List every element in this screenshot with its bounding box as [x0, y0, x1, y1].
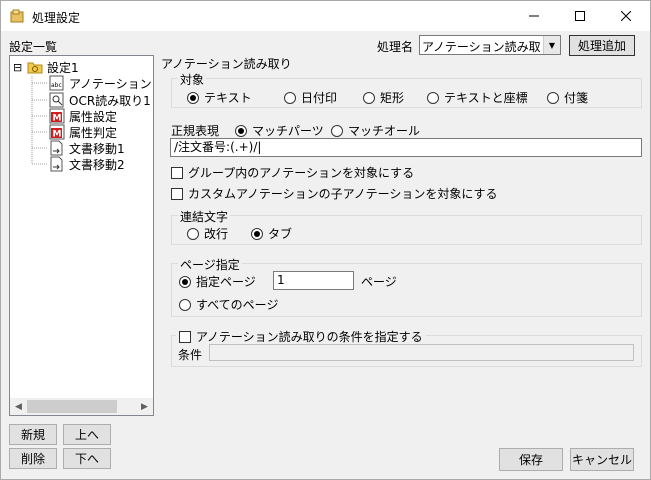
regex-label: 正規表現: [171, 124, 220, 138]
regex-radio-match-parts[interactable]: マッチパーツ: [235, 122, 324, 139]
radio-label: 指定ページ: [196, 275, 256, 289]
section-title: アノテーション読み取り: [161, 57, 292, 71]
new-button[interactable]: 新規: [9, 424, 57, 445]
radio-label: マッチオール: [348, 124, 421, 138]
move-up-button[interactable]: 上へ: [63, 424, 111, 445]
checkbox-label: カスタムアノテーションの子アノテーションを対象にする: [188, 187, 498, 201]
move-down-button[interactable]: 下へ: [63, 448, 111, 469]
radio-label: 矩形: [380, 91, 405, 105]
settings-tree[interactable]: ⊟ 設定1 abc アノテーション OCR読み取り1 M 属性設定 M 属性判定…: [9, 55, 154, 416]
radio-indicator[interactable]: [427, 91, 439, 104]
join-char-group: 連結文字: [171, 208, 642, 245]
checkbox-box[interactable]: [179, 330, 191, 343]
scroll-left-icon[interactable]: ◀: [11, 400, 26, 413]
title-bar: 処理設定: [1, 1, 650, 32]
cancel-button[interactable]: キャンセル: [570, 448, 634, 471]
radio-indicator[interactable]: [331, 124, 343, 137]
radio-indicator[interactable]: [363, 91, 375, 104]
tree-horizontal-scrollbar[interactable]: ◀ ▶: [10, 398, 153, 415]
target-legend: 対象: [178, 71, 207, 88]
checkbox-box[interactable]: [171, 187, 183, 200]
target-radio-sticky-note[interactable]: 付箋: [547, 89, 588, 106]
checkbox-label: グループ内のアノテーションを対象にする: [188, 166, 415, 180]
minimize-icon: [529, 15, 539, 17]
close-button[interactable]: [603, 1, 649, 31]
dropdown-arrow-icon[interactable]: ▼: [543, 36, 560, 54]
join-radio-tab[interactable]: タブ: [251, 225, 292, 242]
process-name-label: 処理名: [377, 40, 414, 54]
scroll-right-icon[interactable]: ▶: [137, 400, 152, 413]
page-number-input[interactable]: 1: [273, 271, 354, 290]
page-suffix-label: ページ: [361, 275, 397, 289]
tree-lines: [31, 76, 48, 165]
add-process-button[interactable]: 処理追加: [569, 35, 635, 56]
settings-window: 処理設定 設定一覧 ⊟ 設定1 abc アノテーション OCR読み取り1 M 属…: [0, 0, 651, 480]
process-name-select[interactable]: アノテーション読み取り ▼: [419, 35, 561, 55]
include-child-annotations-checkbox[interactable]: カスタムアノテーションの子アノテーションを対象にする: [171, 185, 497, 202]
regex-input[interactable]: /注文番号:(.+)/|: [170, 138, 642, 157]
radio-label: テキスト: [204, 91, 252, 105]
radio-indicator[interactable]: [235, 124, 247, 137]
specify-condition-checkbox[interactable]: アノテーション読み取りの条件を指定する: [176, 328, 426, 345]
radio-indicator[interactable]: [187, 227, 199, 240]
maximize-icon: [575, 11, 585, 21]
radio-indicator[interactable]: [179, 298, 191, 311]
condition-input[interactable]: [209, 344, 634, 361]
radio-indicator[interactable]: [547, 91, 559, 104]
radio-label: 改行: [204, 227, 229, 241]
include-grouped-annotations-checkbox[interactable]: グループ内のアノテーションを対象にする: [171, 164, 414, 181]
settings-list-label: 設定一覧: [9, 40, 58, 54]
maximize-button[interactable]: [557, 1, 603, 31]
radio-label: 付箋: [564, 91, 589, 105]
close-icon: [621, 11, 631, 21]
checkbox-label: アノテーション読み取りの条件を指定する: [196, 330, 423, 344]
radio-indicator[interactable]: [251, 227, 263, 240]
window-title: 処理設定: [32, 11, 81, 25]
page-radio-specified[interactable]: 指定ページ: [179, 273, 256, 290]
radio-indicator[interactable]: [187, 91, 199, 104]
page-radio-all[interactable]: すべてのページ: [179, 296, 278, 313]
checkbox-box[interactable]: [171, 166, 183, 179]
join-radio-newline[interactable]: 改行: [187, 225, 228, 242]
save-button[interactable]: 保存: [499, 448, 563, 471]
app-icon: [10, 9, 24, 23]
radio-indicator[interactable]: [179, 275, 191, 288]
target-radio-text-and-coordinates[interactable]: テキストと座標: [427, 89, 528, 106]
regex-radio-match-all[interactable]: マッチオール: [331, 122, 420, 139]
delete-button[interactable]: 削除: [9, 448, 57, 469]
target-radio-text[interactable]: テキスト: [187, 89, 252, 106]
radio-label: タブ: [268, 227, 293, 241]
process-name-value: アノテーション読み取り: [422, 40, 553, 54]
radio-label: すべてのページ: [196, 298, 279, 312]
radio-label: テキストと座標: [444, 91, 528, 105]
condition-label: 条件: [178, 348, 203, 362]
target-radio-rectangle[interactable]: 矩形: [363, 89, 404, 106]
minimize-button[interactable]: [511, 1, 557, 31]
target-radio-date-stamp[interactable]: 日付印: [284, 89, 337, 106]
join-char-legend: 連結文字: [178, 208, 231, 225]
page-legend: ページ指定: [178, 256, 242, 273]
radio-label: マッチパーツ: [252, 124, 324, 138]
scrollbar-thumb[interactable]: [27, 400, 117, 413]
radio-label: 日付印: [301, 91, 338, 105]
radio-indicator[interactable]: [284, 91, 296, 104]
